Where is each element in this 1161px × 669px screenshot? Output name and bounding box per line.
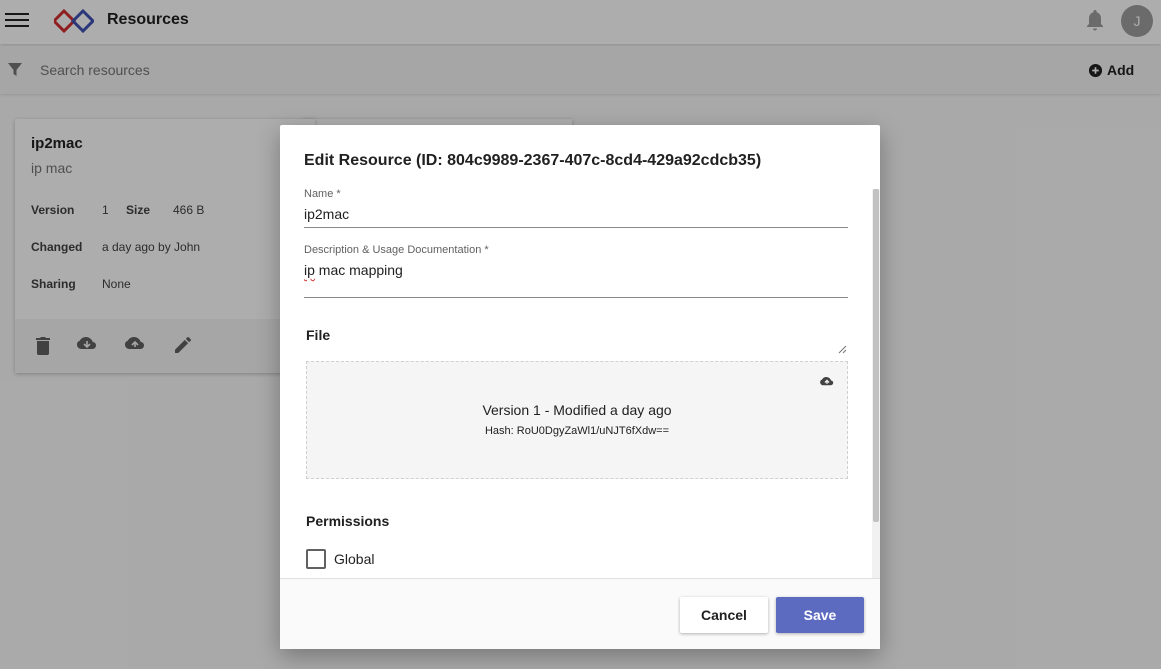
edit-resource-dialog: Edit Resource (ID: 804c9989-2367-407c-8c…	[280, 125, 880, 649]
file-section-title: File	[306, 327, 331, 343]
resize-grip-icon[interactable]	[838, 345, 847, 354]
dialog-scrollbar-thumb[interactable]	[873, 189, 879, 522]
name-field-underline	[304, 227, 848, 228]
description-field[interactable]: ip mac mapping	[304, 262, 403, 278]
description-field-label: Description & Usage Documentation *	[304, 244, 489, 256]
dialog-title: Edit Resource (ID: 804c9989-2367-407c-8c…	[304, 152, 762, 169]
file-version-text: Version 1 - Modified a day ago	[482, 402, 672, 418]
dialog-content[interactable]: Name * ip2mac Description & Usage Docume…	[280, 185, 880, 578]
file-dropzone[interactable]: Version 1 - Modified a day ago Hash: RoU…	[306, 361, 848, 479]
global-checkbox[interactable]	[306, 549, 326, 569]
global-checkbox-label: Global	[334, 551, 375, 567]
cloud-upload-icon[interactable]	[820, 377, 834, 388]
cancel-button[interactable]: Cancel	[680, 597, 768, 633]
file-hash-text: Hash: RoU0DgyZaWl1/uNJT6fXdw==	[484, 425, 669, 437]
dialog-footer: Cancel Save	[280, 578, 880, 649]
name-field-label: Name *	[304, 188, 341, 200]
description-field-underline	[304, 297, 848, 298]
save-button[interactable]: Save	[776, 597, 864, 633]
description-text: mac mapping	[314, 262, 403, 278]
name-field[interactable]: ip2mac	[304, 206, 349, 222]
permissions-section-title: Permissions	[306, 513, 390, 529]
misspelled-word: ip	[304, 262, 315, 278]
